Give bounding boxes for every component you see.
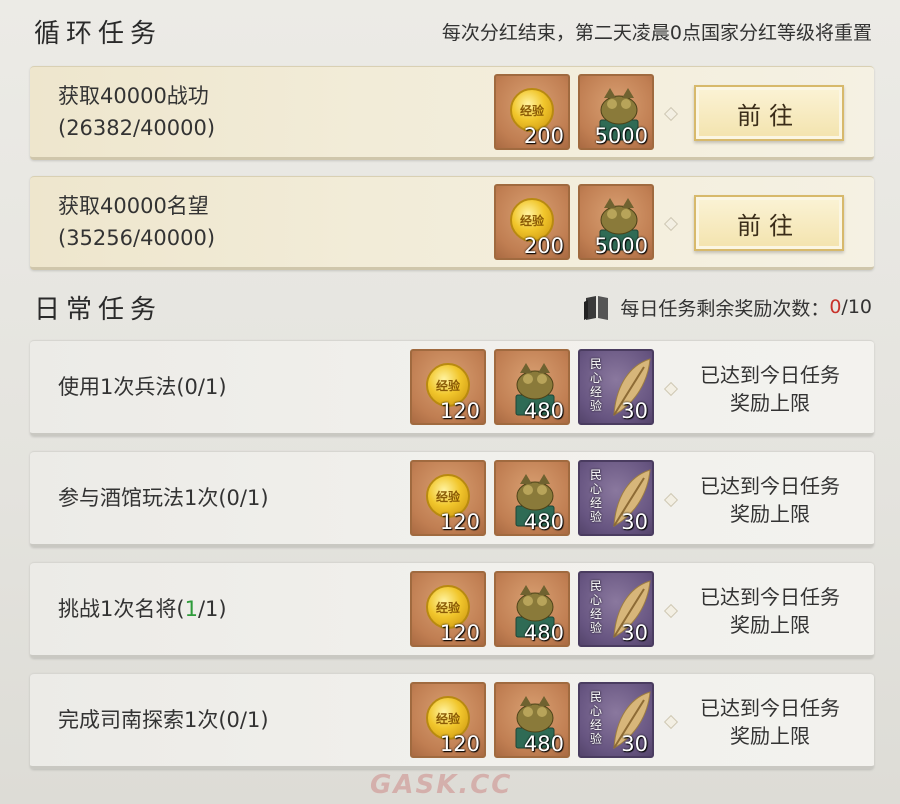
reward-qty: 120 bbox=[439, 399, 480, 423]
morale-label: 民心经验 bbox=[589, 357, 602, 413]
task-name-prefix: 挑战1次名将( bbox=[58, 597, 185, 621]
reward-seal[interactable]: 480 bbox=[494, 460, 570, 536]
limit-reached-text: 已达到今日任务 奖励上限 bbox=[680, 361, 860, 417]
reward-qty: 30 bbox=[621, 621, 648, 645]
reward-qty: 200 bbox=[523, 124, 564, 148]
reward-qty: 120 bbox=[439, 510, 480, 534]
limit-line-1: 已达到今日任务 bbox=[700, 363, 840, 387]
reward-qty: 30 bbox=[621, 510, 648, 534]
reward-qty: 480 bbox=[523, 621, 564, 645]
limit-line-2: 奖励上限 bbox=[730, 391, 810, 415]
daily-section-title: 日常任务 bbox=[34, 294, 163, 325]
reward-seal[interactable]: 480 bbox=[494, 349, 570, 425]
reward-count-value: 0 bbox=[829, 296, 842, 318]
reward-qty: 480 bbox=[523, 399, 564, 423]
loop-task-row: 获取40000战功 (26382/40000) 经验 200 5000 前往 bbox=[30, 66, 874, 160]
divider-diamond bbox=[663, 106, 679, 122]
watermark: GASK.CC bbox=[370, 770, 513, 800]
limit-line-1: 已达到今日任务 bbox=[700, 474, 840, 498]
task-name: 获取40000名望 bbox=[58, 194, 209, 218]
task-name: 获取40000战功 bbox=[58, 84, 209, 108]
limit-line-2: 奖励上限 bbox=[730, 613, 810, 637]
reward-qty: 30 bbox=[621, 732, 648, 756]
reward-count-label: 每日任务剩余奖励次数： bbox=[620, 297, 830, 320]
divider-diamond bbox=[663, 381, 679, 397]
divider-diamond bbox=[663, 603, 679, 619]
reward-seal[interactable]: 480 bbox=[494, 682, 570, 758]
divider-diamond bbox=[663, 216, 679, 232]
divider-diamond bbox=[663, 492, 679, 508]
divider-diamond bbox=[663, 714, 679, 730]
reward-qty: 480 bbox=[523, 510, 564, 534]
task-done-count: 1 bbox=[184, 597, 198, 621]
reward-qty: 5000 bbox=[594, 234, 648, 258]
reward-exp[interactable]: 经验 200 bbox=[494, 184, 570, 260]
reward-qty: 120 bbox=[439, 621, 480, 645]
task-name: 使用1次兵法(0/1) bbox=[58, 375, 227, 399]
morale-label: 民心经验 bbox=[589, 690, 602, 746]
loop-task-row: 获取40000名望 (35256/40000) 经验 200 5000 前往 bbox=[30, 176, 874, 270]
reward-qty: 5000 bbox=[594, 124, 648, 148]
daily-section-header: 日常任务 每日任务剩余奖励次数： 0/10 bbox=[0, 278, 900, 336]
limit-line-2: 奖励上限 bbox=[730, 724, 810, 748]
limit-reached-text: 已达到今日任务 奖励上限 bbox=[680, 694, 860, 750]
reward-exp[interactable]: 经验 120 bbox=[410, 460, 486, 536]
limit-line-1: 已达到今日任务 bbox=[700, 696, 840, 720]
reward-qty: 30 bbox=[621, 399, 648, 423]
daily-task-row: 使用1次兵法(0/1) 经验 120 480 民心经验 30 已达到今日任务 奖… bbox=[30, 340, 874, 436]
reward-exp[interactable]: 经验 120 bbox=[410, 571, 486, 647]
reward-qty: 120 bbox=[439, 732, 480, 756]
goto-button[interactable]: 前往 bbox=[694, 85, 844, 141]
reward-exp[interactable]: 经验 200 bbox=[494, 74, 570, 150]
reward-morale[interactable]: 民心经验 30 bbox=[578, 682, 654, 758]
reward-count-total: /10 bbox=[841, 296, 872, 318]
reward-seal[interactable]: 5000 bbox=[578, 74, 654, 150]
task-progress: (26382/40000) bbox=[58, 116, 216, 140]
daily-task-row: 参与酒馆玩法1次(0/1) 经验 120 480 民心经验 30 已达到今日任务… bbox=[30, 451, 874, 547]
reward-morale[interactable]: 民心经验 30 bbox=[578, 349, 654, 425]
daily-task-row: 挑战1次名将(1/1) 经验 120 480 民心经验 30 已达到今日任务 奖… bbox=[30, 562, 874, 658]
reward-qty: 480 bbox=[523, 732, 564, 756]
reward-seal[interactable]: 480 bbox=[494, 571, 570, 647]
book-icon bbox=[584, 296, 609, 320]
loop-section-title: 循环任务 bbox=[34, 18, 163, 49]
limit-reached-text: 已达到今日任务 奖励上限 bbox=[680, 583, 860, 639]
task-name: 完成司南探索1次(0/1) bbox=[58, 708, 269, 732]
loop-section-header: 循环任务 每次分红结束，第二天凌晨0点国家分红等级将重置 bbox=[0, 2, 900, 60]
morale-label: 民心经验 bbox=[589, 468, 602, 524]
daily-reward-count: 每日任务剩余奖励次数： 0/10 bbox=[582, 292, 872, 322]
task-name: 挑战1次名将(1/1) bbox=[58, 594, 227, 624]
reward-morale[interactable]: 民心经验 30 bbox=[578, 571, 654, 647]
limit-reached-text: 已达到今日任务 奖励上限 bbox=[680, 472, 860, 528]
reward-exp[interactable]: 经验 120 bbox=[410, 682, 486, 758]
task-name-suffix: /1) bbox=[197, 597, 227, 621]
task-progress: (35256/40000) bbox=[58, 226, 216, 250]
limit-line-2: 奖励上限 bbox=[730, 502, 810, 526]
loop-reset-note: 每次分红结束，第二天凌晨0点国家分红等级将重置 bbox=[441, 21, 872, 44]
task-name: 参与酒馆玩法1次(0/1) bbox=[58, 486, 269, 510]
daily-task-row: 完成司南探索1次(0/1) 经验 120 480 民心经验 30 已达到今日任务… bbox=[30, 673, 874, 769]
reward-morale[interactable]: 民心经验 30 bbox=[578, 460, 654, 536]
morale-label: 民心经验 bbox=[589, 579, 602, 635]
limit-line-1: 已达到今日任务 bbox=[700, 585, 840, 609]
goto-button[interactable]: 前往 bbox=[694, 195, 844, 251]
reward-seal[interactable]: 5000 bbox=[578, 184, 654, 260]
reward-exp[interactable]: 经验 120 bbox=[410, 349, 486, 425]
reward-qty: 200 bbox=[523, 234, 564, 258]
